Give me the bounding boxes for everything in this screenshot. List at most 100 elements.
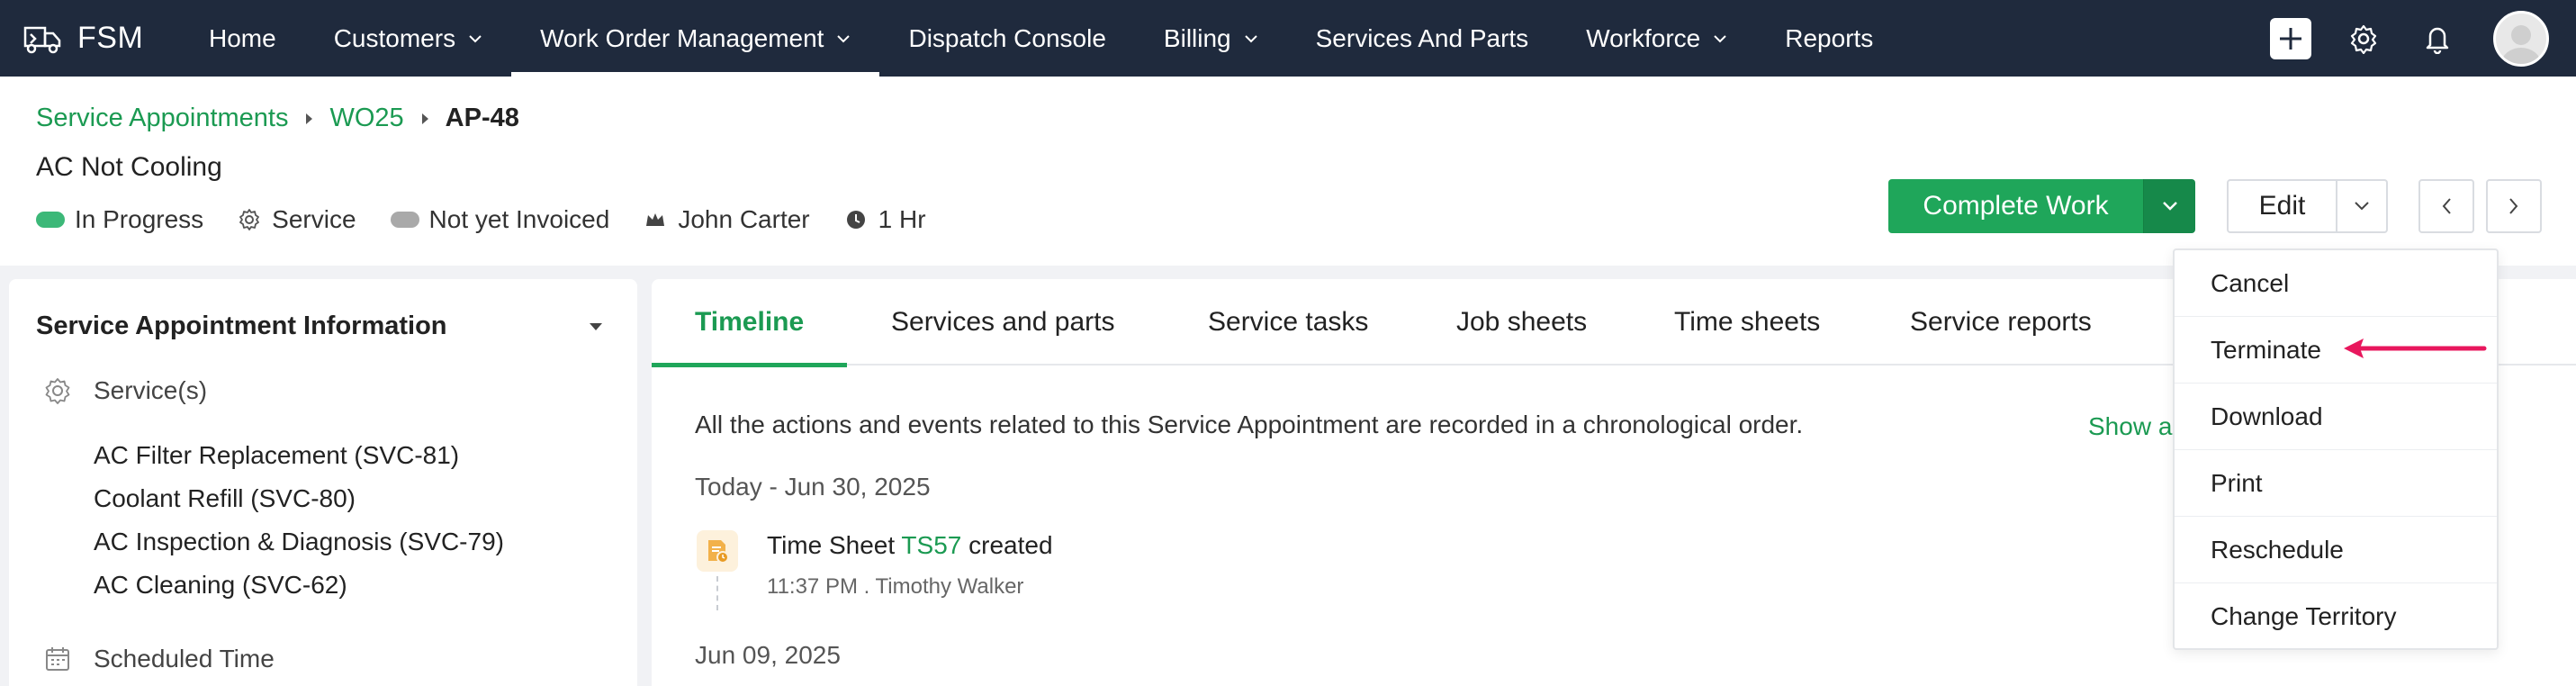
record-header: Service Appointments WO25 AP-48 AC Not C… [0,77,2576,266]
show-all-link[interactable]: Show a [2088,412,2172,441]
tab-services-and-parts[interactable]: Services and parts [891,279,1114,366]
brand-logo[interactable]: FSM [20,21,180,57]
nav-item-label: Dispatch Console [908,23,1106,52]
gear-icon [239,209,260,230]
breadcrumb-link-service-appointments[interactable]: Service Appointments [36,104,288,133]
entry-prefix: Time Sheet [767,531,896,559]
nav-item-label: Reports [1785,23,1874,52]
edit-button[interactable]: Edit [2227,179,2337,233]
section-label: Scheduled Time [94,645,275,672]
chevron-down-icon [2162,202,2177,211]
timesheet-link[interactable]: TS57 [901,531,961,559]
record-subtitle: AC Not Cooling [36,152,222,182]
chevron-right-icon [2509,198,2518,214]
crown-icon [646,213,665,226]
list-item: AC Cleaning (SVC-62) [94,571,347,599]
nav-item-customers[interactable]: Customers [305,0,511,77]
nav-item-billing[interactable]: Billing [1135,0,1287,77]
previous-record-button[interactable] [2418,179,2474,233]
collapse-caret-icon[interactable] [589,322,603,331]
edit-dropdown-button[interactable] [2336,179,2388,233]
complete-work-dropdown-button[interactable] [2143,179,2195,233]
tab-time-sheets[interactable]: Time sheets [1674,279,1820,366]
quick-create-button[interactable] [2270,17,2311,59]
menu-item-print[interactable]: Print [2175,450,2497,517]
status-label: 1 Hr [878,205,926,233]
chevron-down-icon [837,34,851,42]
brand-name: FSM [77,21,144,55]
menu-item-change-territory[interactable]: Change Territory [2175,583,2497,650]
nav-item-label: Services And Parts [1315,23,1529,52]
plus-icon [2280,27,2301,50]
timeline-date-heading: Jun 09, 2025 [695,641,841,669]
notifications-button[interactable] [2419,21,2455,57]
menu-item-download[interactable]: Download [2175,384,2497,450]
calendar-icon [46,647,69,671]
complete-work-dropdown-menu: Cancel Terminate Download Print Reschedu… [2173,248,2499,650]
settings-button[interactable] [2346,21,2382,57]
nav-item-label: Workforce [1586,23,1701,52]
chevron-down-icon [1244,34,1257,42]
nav-item-label: Customers [333,23,456,52]
status-owner: John Carter [644,205,810,234]
services-section-label: Service(s) [43,376,207,405]
truck-icon [23,26,61,53]
panel-title: Service Appointment Information [36,311,447,340]
chevron-left-icon [2442,198,2451,214]
timeline-entry: Time Sheet TS57 created [767,531,1053,560]
nav-item-label: Home [209,23,276,52]
gear-icon [45,378,70,404]
caret-right-icon [306,113,313,124]
menu-item-cancel[interactable]: Cancel [2175,250,2497,317]
chevron-down-icon [2355,202,2369,211]
user-silhouette-icon [2501,24,2541,64]
nav-item-workforce[interactable]: Workforce [1557,0,1756,77]
timeline-description: All the actions and events related to th… [695,411,1804,438]
menu-item-reschedule[interactable]: Reschedule [2175,517,2497,583]
status-label: In Progress [75,205,204,233]
chevron-down-icon [1714,34,1726,42]
gear-icon [2350,24,2377,54]
timeline-date-heading: Today - Jun 30, 2025 [695,473,931,501]
nav-item-dispatch-console[interactable]: Dispatch Console [879,0,1134,77]
status-label: John Carter [678,205,810,233]
list-item: AC Inspection & Diagnosis (SVC-79) [94,528,504,555]
caret-right-icon [421,113,428,124]
nav-item-label: Billing [1163,23,1231,52]
top-nav-bar: FSM Home Customers Work Order Management… [0,0,2576,77]
service-appointment-info-panel: Service Appointment Information Service(… [9,279,637,686]
tab-service-reports[interactable]: Service reports [1910,279,2092,366]
timeline-connector [716,576,718,610]
status-pill [390,212,419,228]
services-list: AC Filter Replacement (SVC-81) Coolant R… [94,434,504,607]
nav-item-home[interactable]: Home [180,0,305,77]
list-item: AC Filter Replacement (SVC-81) [94,441,460,469]
nav-right-actions [2270,0,2576,77]
timeline-entry-meta: 11:37 PM . Timothy Walker [767,574,1024,599]
complete-work-button[interactable]: Complete Work [1888,179,2143,233]
status-label: Not yet Invoiced [428,205,610,233]
status-bar: In Progress Service Not yet Invoiced Joh… [36,205,960,234]
nav-item-services-and-parts[interactable]: Services And Parts [1287,0,1558,77]
status-pill [36,212,65,228]
status-label: Service [272,205,356,233]
clock-icon [846,211,865,229]
tab-service-tasks[interactable]: Service tasks [1208,279,1368,366]
entry-suffix: created [968,531,1053,559]
nav-item-reports[interactable]: Reports [1756,0,1902,77]
section-label: Service(s) [94,376,208,404]
status-invoice: Not yet Invoiced [390,205,610,234]
list-item: Coolant Refill (SVC-80) [94,484,356,512]
timesheet-icon [697,530,738,572]
breadcrumb-current: AP-48 [445,104,519,132]
chevron-down-icon [469,34,482,42]
tab-job-sheets[interactable]: Job sheets [1456,279,1587,366]
scheduled-time-section-label: Scheduled Time [43,645,275,673]
avatar[interactable] [2493,10,2549,67]
nav-item-work-order-management[interactable]: Work Order Management [511,0,880,77]
next-record-button[interactable] [2486,179,2542,233]
bell-icon [2426,27,2449,54]
tab-timeline[interactable]: Timeline [651,279,848,367]
breadcrumb-link-work-order[interactable]: WO25 [329,104,403,133]
annotation-arrow-icon [2344,338,2487,358]
